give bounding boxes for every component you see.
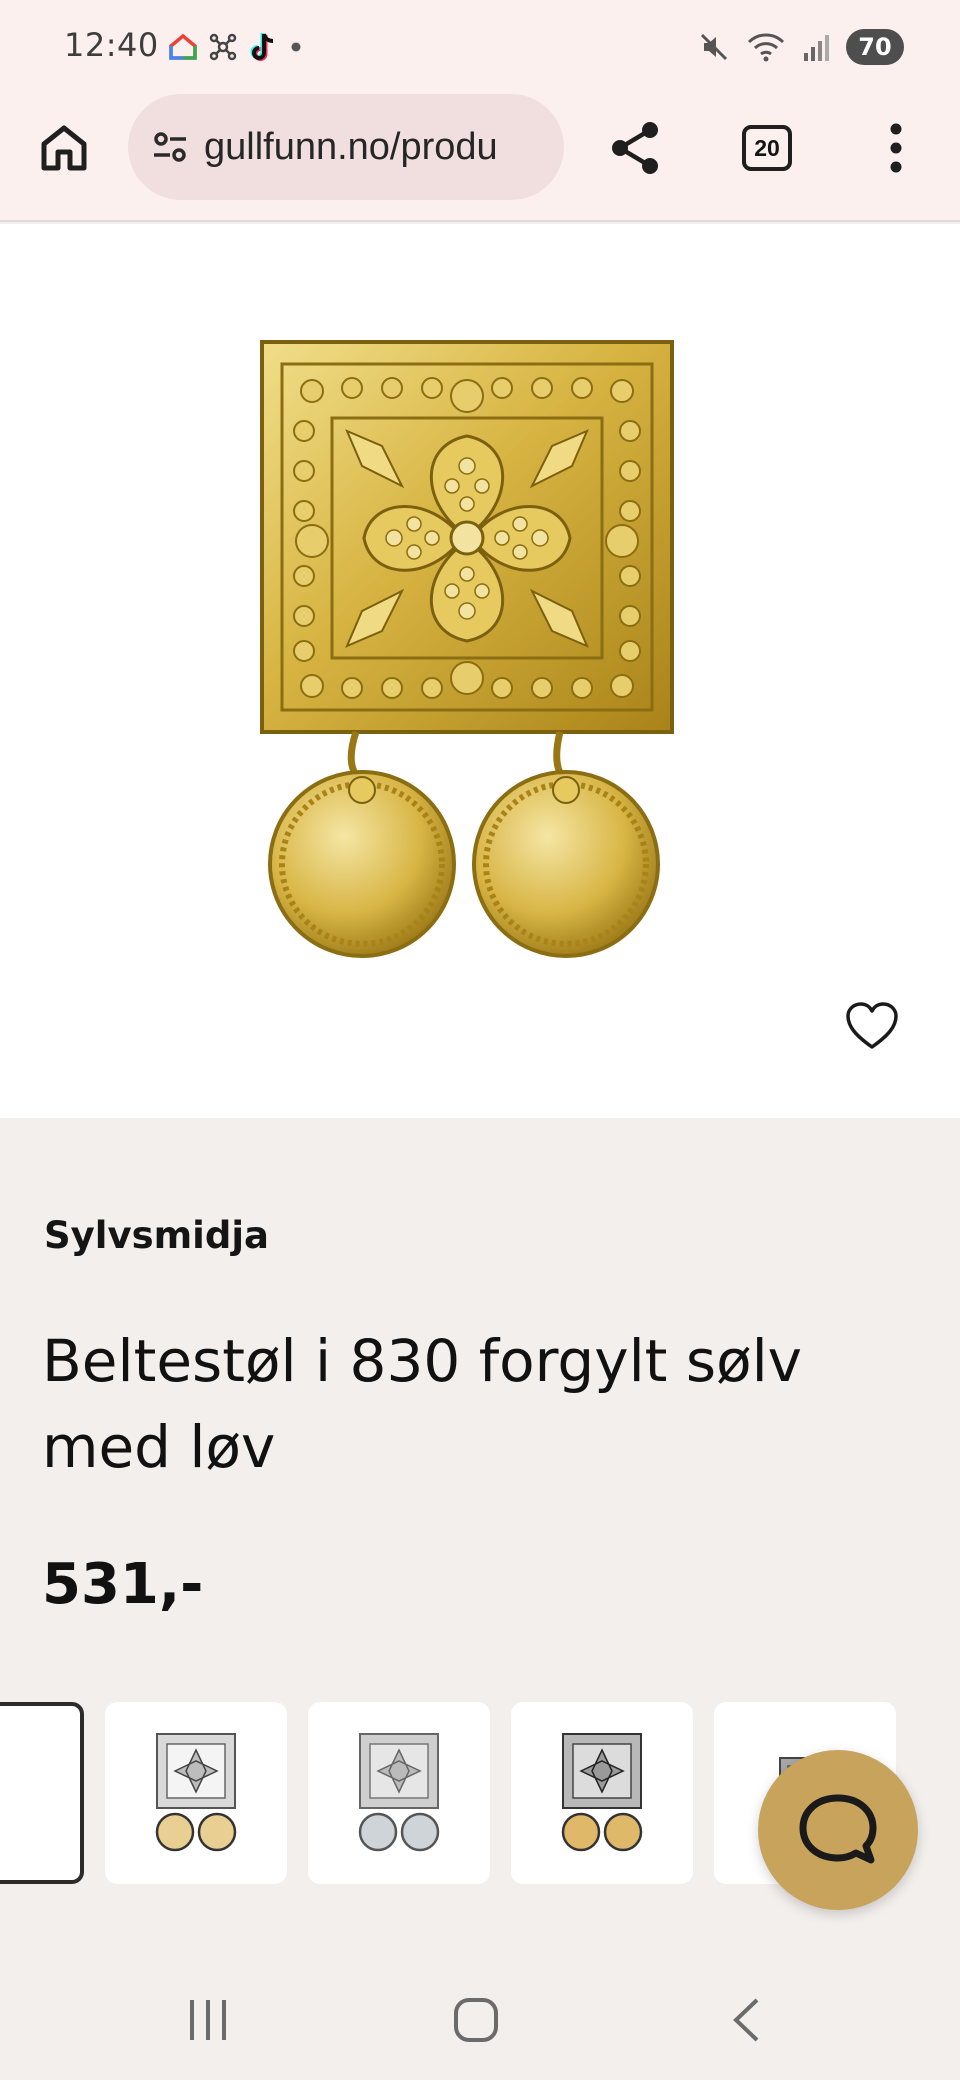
home-nav-icon [454,1998,498,2042]
variant-image [561,1733,643,1852]
tabs-button[interactable]: 20 [735,116,799,180]
recent-apps-icon [190,2000,226,2040]
dot-icon [291,42,301,52]
variant-image [155,1733,237,1852]
variant-thumb[interactable] [308,1702,490,1884]
notification-icons [168,28,304,66]
google-home-icon [169,33,197,60]
product-price: 531,- [42,1552,204,1617]
browser-toolbar: gullfunn.no/produ 20 [0,92,960,222]
share-icon [612,122,658,174]
site-settings-icon[interactable] [150,127,190,167]
variant-thumb[interactable] [511,1702,693,1884]
home-button[interactable] [32,116,96,180]
home-icon [41,125,87,171]
tabs-icon: 20 [742,125,792,171]
variant-thumb-selected[interactable] [0,1702,84,1884]
product-title: Beltestøl i 830 forgylt sølv med løv [42,1327,803,1481]
url-text: gullfunn.no/produ [204,125,498,168]
signal-icon [804,35,829,61]
menu-icon [890,123,902,173]
favorite-button[interactable] [840,994,904,1058]
back-button[interactable] [706,1988,786,2052]
network-icon [209,33,237,61]
address-bar[interactable]: gullfunn.no/produ [128,94,564,200]
battery-indicator: 70 [846,29,904,65]
share-button[interactable] [604,116,668,180]
back-icon [733,1998,759,2042]
status-bar: 12:40 70 [0,0,960,92]
menu-button[interactable] [864,116,928,180]
chat-icon [799,1794,877,1864]
mute-icon [700,33,728,61]
tiktok-icon [250,33,274,61]
product-image [260,340,674,958]
system-nav-bar [0,1960,960,2080]
recent-apps-button[interactable] [168,1988,248,2052]
home-nav-button[interactable] [436,1988,516,2052]
variant-image [358,1733,440,1852]
chat-button[interactable] [758,1750,918,1910]
heart-icon [846,1002,898,1049]
system-icons: 70 [698,26,904,68]
product-brand[interactable]: Sylvsmidja [44,1214,269,1257]
product-image-gallery[interactable] [0,224,960,1118]
variant-thumb[interactable] [105,1702,287,1884]
wifi-icon [747,33,785,62]
status-time: 12:40 [64,26,159,64]
